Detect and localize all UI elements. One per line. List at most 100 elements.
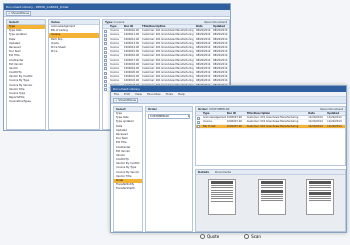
scan-option[interactable]: Scan bbox=[244, 234, 261, 239]
row-checkbox[interactable] bbox=[104, 84, 107, 88]
column-header[interactable]: Date bbox=[307, 112, 326, 115]
table-cell: Customer: 001 Grandview Manufacturing bbox=[142, 29, 194, 33]
thumb-line bbox=[309, 198, 331, 200]
table-cell: Customer: 001 Grandview Manufacturing bbox=[142, 41, 194, 45]
open-document-button[interactable]: Open Document bbox=[320, 107, 343, 111]
table-cell: Customer: 001 Grandview Manufacturing bbox=[246, 116, 299, 120]
open-document-button[interactable]: Open Document bbox=[204, 20, 227, 24]
row-checkbox[interactable] bbox=[104, 42, 107, 46]
table-cell: 08/20/2014 bbox=[196, 71, 211, 75]
thumb-line bbox=[309, 189, 331, 191]
table-cell: Invoice bbox=[110, 50, 119, 54]
table-cell: 1000022.00 bbox=[124, 79, 140, 83]
row-checkbox[interactable] bbox=[197, 125, 200, 129]
table-cell: 1000016.00 bbox=[124, 54, 140, 58]
order-field[interactable]: CUSTOMER-00 ▾ bbox=[148, 114, 190, 119]
table-cell: Customer: 001 Grandview Manufacturing bbox=[246, 120, 299, 124]
table-cell: 08/20/2014 bbox=[213, 71, 228, 75]
table-cell: Invoice bbox=[110, 41, 119, 45]
table-cell: Invoice bbox=[110, 62, 119, 66]
menu-item-favorites[interactable]: Favorites bbox=[147, 92, 161, 96]
row-checkbox[interactable] bbox=[104, 38, 107, 42]
menu-item-help[interactable]: Help bbox=[178, 92, 185, 96]
thumb-line bbox=[261, 187, 283, 189]
show-all-panes-label: ShowAllPanes bbox=[118, 98, 137, 102]
results-filter: Order: CUSTOMER-00 bbox=[198, 107, 230, 111]
table-cell: Bar Ticket bbox=[203, 124, 216, 128]
select-list: Type Type date Type updated Date Updated Rece… bbox=[7, 25, 45, 105]
row-checkbox[interactable] bbox=[104, 54, 107, 58]
row-checkbox[interactable] bbox=[104, 75, 107, 79]
column-header[interactable]: Updated bbox=[326, 112, 345, 115]
thumb-line bbox=[211, 196, 233, 198]
table-cell: 08/20/2014 bbox=[213, 75, 228, 79]
results-panel: Order: CUSTOMER-00 Open Document Type Doc… bbox=[195, 106, 346, 166]
table-cell: 11/20/2014 bbox=[327, 124, 342, 128]
value-list: Acknowledgement Bill of Lading Invoice Pack… bbox=[49, 25, 99, 54]
row-checkbox[interactable] bbox=[104, 71, 107, 75]
table-cell: 08/20/2014 bbox=[213, 33, 228, 37]
table-cell: 1000010.00 bbox=[124, 29, 140, 33]
table-cell: Invoice bbox=[110, 45, 119, 49]
table-cell: Customer: 001 Grandview Manufacturing bbox=[142, 66, 194, 70]
column-header[interactable]: Title/Description bbox=[246, 112, 308, 115]
row-checkbox[interactable] bbox=[197, 116, 200, 120]
column-header[interactable]: Doc ID bbox=[123, 25, 141, 28]
show-all-panes-button[interactable]: + ShowAllPanes bbox=[6, 10, 32, 16]
column-header[interactable]: Title/Description bbox=[141, 25, 195, 28]
footer-options: Quote Scan bbox=[200, 234, 261, 239]
table-cell: 08/20/2014 bbox=[196, 50, 211, 54]
row-checkbox[interactable] bbox=[104, 80, 107, 84]
table-cell: 08/20/2014 bbox=[196, 75, 211, 79]
row-checkbox[interactable] bbox=[104, 88, 107, 92]
thumb-line bbox=[309, 195, 331, 197]
thumb-block bbox=[309, 191, 331, 195]
row-checkbox[interactable] bbox=[104, 29, 107, 33]
order-field-value: CUSTOMER-00 bbox=[150, 115, 169, 118]
table-cell: 08/20/2014 bbox=[213, 66, 228, 70]
menu-item-view[interactable]: View bbox=[135, 92, 142, 96]
document-thumbnail-3[interactable] bbox=[306, 179, 334, 215]
tab-documents[interactable]: Documents bbox=[215, 170, 231, 174]
results-table: Type Doc ID Title/Description Date Updated In… bbox=[103, 25, 229, 92]
thumb-line bbox=[211, 200, 233, 202]
menu-item-file[interactable]: File bbox=[114, 92, 119, 96]
menu-item-edit[interactable]: Edit bbox=[124, 92, 130, 96]
select-list-item[interactable]: InvoiceDueTypes bbox=[7, 100, 45, 104]
quote-option[interactable]: Quote bbox=[200, 234, 219, 239]
value-list-item[interactable]: Price bbox=[49, 50, 99, 54]
column-header[interactable]: Type bbox=[109, 25, 123, 28]
document-thumbnail-2[interactable] bbox=[258, 179, 286, 215]
row-checkbox[interactable] bbox=[104, 46, 107, 50]
document-thumbnail-1[interactable] bbox=[208, 179, 236, 215]
table-cell: Customer: 001 Grandview Manufacturing bbox=[142, 45, 194, 49]
thumb-line bbox=[211, 193, 233, 195]
table-row[interactable]: Bar Ticket 1000007.00 Customer: 001 Grandv… bbox=[196, 124, 345, 129]
tab-details[interactable]: Details bbox=[198, 170, 209, 174]
row-checkbox[interactable] bbox=[104, 63, 107, 67]
table-cell: Customer: 001 Grandview Manufacturing bbox=[142, 37, 194, 41]
column-header[interactable]: Doc ID bbox=[226, 112, 246, 115]
row-checkbox[interactable] bbox=[197, 120, 200, 124]
table-cell: 08/20/2014 bbox=[213, 62, 228, 66]
table-cell: Invoice bbox=[110, 29, 119, 33]
row-checkbox[interactable] bbox=[104, 59, 107, 63]
table-cell: Customer: 001 Grandview Manufacturing bbox=[246, 124, 299, 128]
table-cell: Invoice bbox=[110, 66, 119, 70]
column-header[interactable]: Updated bbox=[212, 25, 229, 28]
column-header[interactable]: Date bbox=[195, 25, 212, 28]
plus-icon: + bbox=[8, 11, 11, 15]
table-cell: 1000021.00 bbox=[124, 75, 140, 79]
column-header[interactable]: Type bbox=[202, 112, 226, 115]
select-list-item[interactable]: TransferShipTo bbox=[114, 187, 142, 191]
table-cell: Invoice bbox=[110, 58, 119, 62]
table-cell: 11/20/2014 bbox=[308, 116, 323, 120]
row-checkbox[interactable] bbox=[104, 50, 107, 54]
filter-value: Invoice bbox=[114, 20, 125, 24]
row-checkbox[interactable] bbox=[104, 33, 107, 37]
row-checkbox[interactable] bbox=[104, 67, 107, 71]
thumb-line bbox=[261, 200, 283, 202]
show-all-panes-button[interactable]: + ShowAllPanes bbox=[113, 97, 139, 103]
menu-item-tools[interactable]: Tools bbox=[166, 92, 173, 96]
table-cell: 11/20/2014 bbox=[308, 124, 323, 128]
